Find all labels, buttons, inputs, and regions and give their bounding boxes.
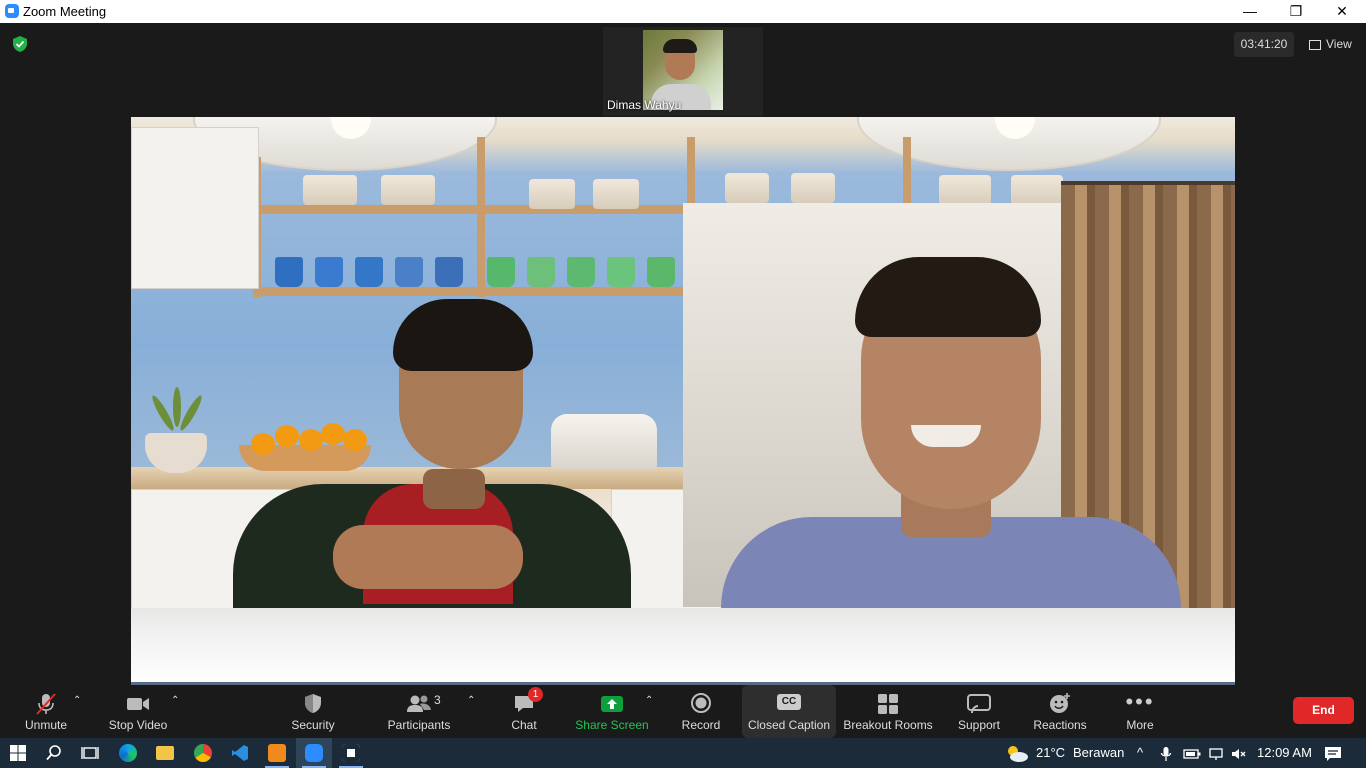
record-button[interactable]: Record	[678, 685, 724, 738]
video-options-chevron-icon[interactable]: ⌃	[171, 695, 179, 706]
main-video	[131, 117, 1235, 685]
notifications-icon[interactable]	[1324, 738, 1342, 768]
view-button[interactable]: View	[1303, 32, 1359, 57]
participants-icon	[405, 691, 433, 720]
taskbar-file-explorer[interactable]	[147, 738, 183, 768]
participants-label: Participants	[387, 718, 451, 732]
zoom-taskbar-icon	[305, 744, 323, 762]
edge-browser-icon	[119, 744, 137, 762]
breakout-rooms-label: Breakout Rooms	[843, 718, 933, 732]
cc-glyph: CC	[781, 696, 797, 707]
taskbar-search-button[interactable]	[36, 738, 72, 768]
taskbar-app-orange[interactable]	[259, 738, 295, 768]
battery-icon[interactable]	[1183, 738, 1201, 768]
share-screen-icon	[599, 691, 625, 720]
security-button[interactable]: Security	[286, 685, 340, 738]
weather-cloud-icon[interactable]	[1005, 738, 1029, 768]
chat-label: Chat	[511, 718, 537, 732]
unmute-button[interactable]: Unmute	[14, 685, 78, 738]
muted-microphone-icon	[33, 691, 59, 720]
minimize-button[interactable]: —	[1227, 0, 1273, 23]
search-icon	[45, 744, 63, 762]
more-label: More	[1126, 718, 1154, 732]
share-screen-label: Share Screen	[575, 718, 649, 732]
more-button[interactable]: ••• More	[1118, 685, 1162, 738]
video-camera-icon	[125, 691, 151, 720]
task-view-button[interactable]	[72, 738, 108, 768]
meeting-area: Dimas Wahyu 03:41:20 View	[0, 23, 1366, 685]
system-clock[interactable]: 12:09 AM	[1257, 738, 1312, 768]
orange-app-icon	[268, 744, 286, 762]
reactions-button[interactable]: Reactions	[1030, 685, 1090, 738]
shield-icon	[301, 691, 325, 720]
window-titlebar: Zoom Meeting — ❐ ✕	[0, 0, 1366, 23]
folder-icon	[156, 746, 174, 760]
record-icon	[688, 691, 714, 720]
chat-unread-badge: 1	[528, 687, 543, 702]
record-label: Record	[681, 718, 721, 732]
view-label: View	[1326, 37, 1352, 51]
zoom-app-icon	[5, 4, 19, 18]
taskbar-app-camera[interactable]	[333, 738, 369, 768]
participants-count: 3	[434, 693, 441, 707]
windows-taskbar: 21°C Berawan ^ 12:09 AM	[0, 738, 1366, 768]
taskbar-zoom[interactable]	[296, 738, 332, 768]
support-label: Support	[957, 718, 1001, 732]
share-screen-button[interactable]: Share Screen	[574, 685, 650, 738]
participants-button[interactable]: 3 Participants	[384, 685, 454, 738]
encryption-shield-icon[interactable]	[11, 35, 29, 58]
taskbar-chrome[interactable]	[185, 738, 221, 768]
breakout-rooms-button[interactable]: Breakout Rooms	[842, 685, 934, 738]
restore-button[interactable]: ❐	[1273, 0, 1319, 23]
closed-caption-button[interactable]: CC Closed Caption	[742, 685, 836, 738]
chat-button[interactable]: 1 Chat	[504, 685, 544, 738]
end-meeting-button[interactable]: End	[1293, 697, 1354, 724]
security-label: Security	[291, 718, 335, 732]
participant-name-label: Dimas Wahyu	[607, 98, 682, 112]
breakout-rooms-grid-icon	[875, 691, 901, 720]
vscode-icon	[231, 744, 249, 762]
meeting-timer: 03:41:20	[1234, 32, 1294, 57]
reactions-label: Reactions	[1033, 718, 1087, 732]
stop-video-button[interactable]: Stop Video	[104, 685, 172, 738]
participants-options-chevron-icon[interactable]: ⌃	[467, 695, 475, 706]
window-title: Zoom Meeting	[23, 4, 107, 19]
taskbar-edge[interactable]	[110, 738, 146, 768]
participant-thumbnail-strip: Dimas Wahyu	[603, 27, 763, 116]
smiley-reaction-icon	[1047, 691, 1073, 720]
taskbar-vscode[interactable]	[222, 738, 258, 768]
camera-app-icon	[342, 744, 360, 762]
stop-video-label: Stop Video	[108, 718, 168, 732]
close-button[interactable]: ✕	[1319, 0, 1365, 23]
start-button[interactable]	[0, 738, 36, 768]
weather-temperature[interactable]: 21°C	[1036, 738, 1065, 768]
hidden-icons-chevron-icon[interactable]: ^	[1137, 738, 1143, 768]
weather-condition[interactable]: Berawan	[1073, 738, 1124, 768]
volume-muted-icon[interactable]	[1231, 738, 1247, 768]
task-view-icon	[81, 744, 99, 762]
closed-caption-icon: CC	[777, 694, 801, 710]
audio-options-chevron-icon[interactable]: ⌃	[73, 695, 81, 706]
microphone-tray-icon[interactable]	[1160, 738, 1172, 768]
closed-caption-label: Closed Caption	[747, 718, 831, 732]
grid-view-icon	[1309, 39, 1321, 50]
support-screen-icon	[966, 691, 992, 720]
windows-logo-icon	[9, 744, 27, 762]
network-icon[interactable]	[1208, 738, 1226, 768]
share-options-chevron-icon[interactable]: ⌃	[645, 695, 653, 706]
more-dots-icon: •••	[1125, 689, 1155, 714]
support-button[interactable]: Support	[952, 685, 1006, 738]
meeting-controls-toolbar: Unmute ⌃ Stop Video ⌃ Security 3 Partici…	[0, 685, 1366, 738]
unmute-label: Unmute	[24, 718, 68, 732]
chrome-browser-icon	[194, 744, 212, 762]
